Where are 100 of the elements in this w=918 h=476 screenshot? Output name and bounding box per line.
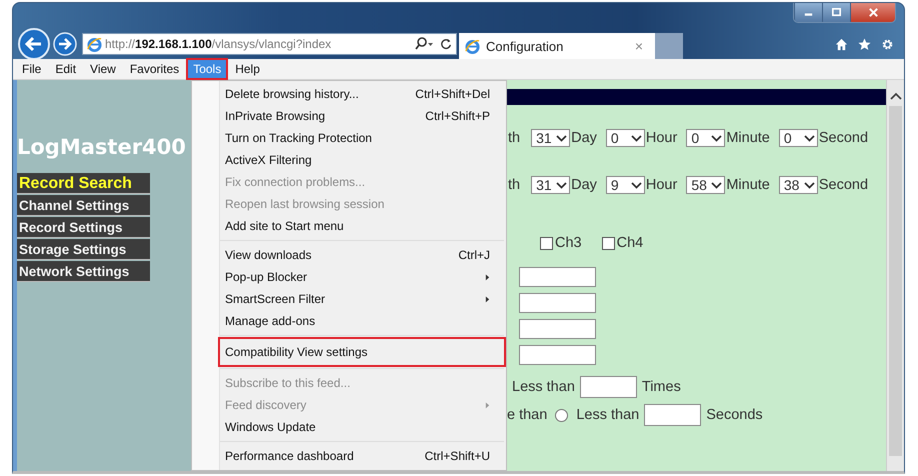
shortcut-text: Ctrl+J	[458, 248, 490, 262]
address-bar[interactable]: http://192.168.1.100/vlansys/vlancgi?index	[82, 33, 457, 55]
option-label: Less than	[512, 379, 575, 395]
nav-item[interactable]: Network Settings	[17, 261, 150, 282]
menu-item[interactable]: ActiveX Filtering	[220, 149, 504, 171]
menu-item[interactable]: Help	[230, 60, 265, 78]
menu-item[interactable]: Pop-up Blocker	[220, 266, 504, 288]
logo-text: LogMaster400	[17, 135, 187, 159]
checkbox-label: Ch3	[555, 235, 582, 251]
refresh-icon[interactable]	[440, 38, 452, 50]
star-icon[interactable]	[858, 38, 871, 50]
number-dropdown[interactable]: 0	[778, 129, 818, 147]
menu-item-label: Turn on Tracking Protection	[225, 131, 373, 145]
menu-item[interactable]: View downloads Ctrl+J	[220, 244, 504, 266]
tab-title: Configuration	[486, 38, 564, 54]
menu-item[interactable]: Delete browsing history... Ctrl+Shift+Del	[220, 83, 504, 105]
menu-item-label: Feed discovery	[225, 398, 308, 412]
chevron-icon	[556, 134, 568, 142]
menu-item[interactable]: File	[17, 60, 46, 78]
chevron-icon	[711, 182, 722, 188]
menu-item-label: View downloads	[225, 248, 313, 262]
browser-tab[interactable]: Configuration ×	[459, 33, 655, 59]
chevron-icon	[804, 182, 815, 188]
menu-item[interactable]: Add site to Start menu	[220, 215, 504, 237]
maximize-icon	[831, 7, 842, 18]
menu-item-label: Reopen last browsing session	[225, 197, 386, 211]
number-dropdown[interactable]: 31	[531, 129, 570, 147]
menu-item[interactable]: InPrivate Browsing Ctrl+Shift+P	[220, 105, 504, 127]
unit-label: Minute	[726, 177, 770, 193]
menu-item[interactable]: Turn on Tracking Protection	[220, 127, 504, 149]
duration-field[interactable]	[644, 404, 702, 426]
unit-label: Second	[818, 130, 868, 146]
menu-item[interactable]: View	[85, 60, 121, 78]
checkbox-label: Ch4	[616, 235, 644, 251]
settings-icon[interactable]	[881, 38, 894, 50]
menu-item-label: Compatibility View settings	[225, 345, 369, 359]
chevron-icon	[804, 134, 815, 142]
menu-item-label: ActiveX Filtering	[225, 153, 313, 167]
menu-item-label: Manage add-ons	[225, 314, 316, 328]
tab-close-button[interactable]: ×	[628, 38, 649, 54]
home-icon[interactable]	[835, 38, 848, 50]
menu-item-label: InPrivate Browsing	[225, 109, 326, 123]
chevron-icon	[711, 134, 722, 142]
text-field[interactable]	[519, 267, 596, 287]
unit-label: Day	[571, 177, 597, 193]
option-label: Less than	[576, 407, 640, 423]
nav-item[interactable]: Record Settings	[17, 217, 150, 238]
chevron-icon	[556, 182, 568, 188]
shortcut-text: Ctrl+Shift+P	[425, 109, 490, 123]
unit-label: Day	[571, 130, 597, 146]
text-field[interactable]	[519, 319, 596, 339]
back-icon[interactable]	[18, 28, 50, 60]
minimize-button[interactable]	[794, 3, 822, 22]
chevron-icon	[630, 134, 642, 142]
number-dropdown[interactable]: 9	[606, 176, 645, 194]
scrollbar[interactable]	[886, 80, 904, 471]
number-dropdown[interactable]: 0	[686, 129, 726, 147]
menu-item[interactable]: Compatibility View settings	[220, 339, 504, 365]
number-dropdown[interactable]: 38	[778, 176, 818, 194]
menu-item[interactable]: Performance dashboard Ctrl+Shift+U	[220, 445, 504, 467]
count-field[interactable]	[580, 376, 637, 398]
menu-item[interactable]: Favorites	[124, 60, 184, 78]
menu-item-label: Add site to Start menu	[225, 219, 345, 233]
scroll-up-icon[interactable]	[890, 92, 902, 100]
radio-button[interactable]	[555, 408, 568, 422]
checkbox[interactable]	[540, 236, 553, 250]
unit-label: Hour	[646, 177, 678, 193]
unit-label: Second	[818, 177, 868, 193]
shortcut-text: Ctrl+Shift+U	[424, 449, 490, 463]
form-label: th	[508, 130, 520, 146]
menu-item[interactable]: SmartScreen Filter	[220, 288, 504, 310]
text-field[interactable]	[519, 345, 596, 365]
menu-item[interactable]: Manage add-ons	[220, 310, 504, 332]
menu-item[interactable]: Edit	[50, 60, 82, 78]
maximize-button[interactable]	[822, 3, 850, 22]
nav-item[interactable]: Channel Settings	[17, 195, 150, 216]
number-dropdown[interactable]: 58	[686, 176, 726, 194]
menu-item-label: Windows Update	[225, 420, 317, 434]
number-dropdown[interactable]: 31	[531, 176, 570, 194]
menu-item-label: Pop-up Blocker	[225, 270, 308, 284]
checkbox[interactable]	[602, 236, 615, 250]
close-icon	[868, 7, 878, 18]
menu-item-label: Performance dashboard	[225, 449, 355, 463]
search-icon[interactable]	[414, 37, 434, 51]
menu-item-label: Delete browsing history...	[225, 87, 360, 101]
nav-item[interactable]: Storage Settings	[17, 239, 150, 260]
unit-label: Hour	[646, 130, 678, 146]
number-dropdown[interactable]: 0	[606, 129, 645, 147]
close-button[interactable]	[850, 3, 895, 22]
chevron-icon	[630, 182, 642, 188]
nav-item[interactable]: Record Search	[17, 173, 150, 194]
menu-item-label: Fix connection problems...	[225, 175, 366, 189]
menu-item[interactable]: Windows Update	[220, 416, 504, 438]
menu-item[interactable]: Tools	[188, 60, 226, 78]
browser-logo-icon	[465, 38, 480, 54]
text-field[interactable]	[519, 293, 596, 313]
scrollbar-thumb[interactable]	[889, 106, 902, 456]
menu-item-label: SmartScreen Filter	[225, 292, 326, 306]
unit-label: Times	[642, 379, 681, 395]
forward-icon[interactable]	[53, 32, 77, 56]
